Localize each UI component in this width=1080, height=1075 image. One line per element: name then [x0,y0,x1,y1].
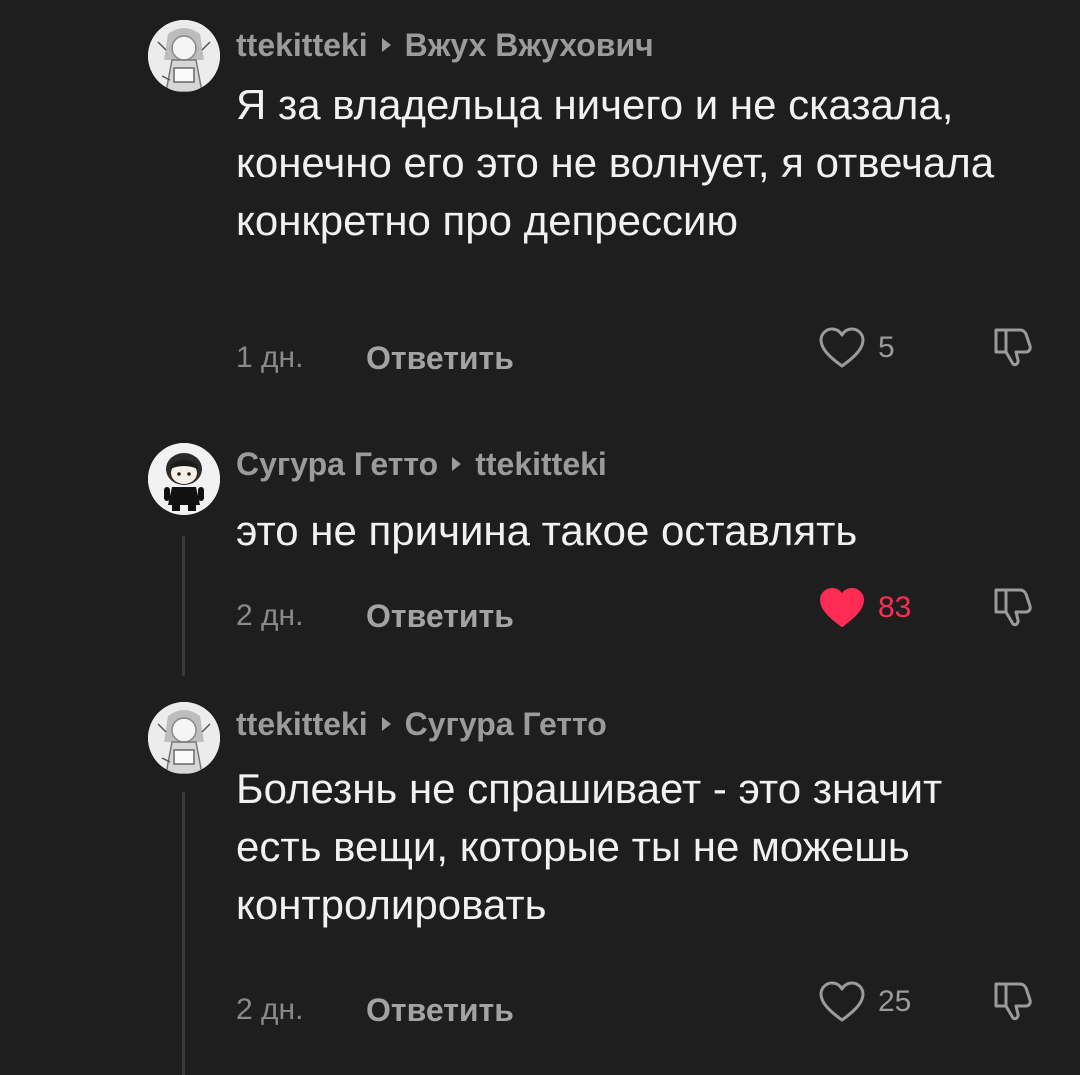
reply-button[interactable]: Ответить [366,340,514,377]
comment-meta: 2 дн. Ответить [236,596,514,636]
thread-line [182,792,185,1075]
like-count: 5 [878,331,895,364]
like-count: 25 [878,985,912,1018]
comment-time: 2 дн. [236,599,304,632]
reply-to-name[interactable]: Вжух Вжухович [405,27,654,64]
like-button[interactable]: 83 [818,586,911,630]
reply-to-name[interactable]: ttekitteki [475,446,607,483]
reply-button[interactable]: Ответить [366,598,514,635]
comment-time: 1 дн. [236,341,304,374]
reply-button[interactable]: Ответить [366,992,514,1029]
author-name[interactable]: ttekitteki [236,27,368,64]
like-button[interactable]: 25 [818,980,911,1024]
comment-text: Болезнь не спрашивает - это значит есть … [236,765,943,928]
avatar[interactable] [148,702,220,774]
author-name[interactable]: Сугура Гетто [236,446,438,483]
reply-arrow-icon [452,457,462,471]
manga-girl-avatar-icon [148,702,220,774]
dislike-icon[interactable] [990,582,1038,630]
reply-arrow-icon [381,717,391,731]
dislike-icon[interactable] [990,322,1038,370]
comment-header: ttekitteki Вжух Вжухович [236,25,654,65]
comment-meta: 1 дн. Ответить [236,338,514,378]
comment-text: это не причина такое оставлять [236,507,858,554]
reply-arrow-icon [381,38,391,52]
chibi-character-avatar-icon [148,443,220,515]
like-count: 83 [878,591,912,624]
comment-header: ttekitteki Сугура Гетто [236,704,607,744]
comment-meta: 2 дн. Ответить [236,990,514,1030]
heart-outline-icon [819,327,865,368]
avatar[interactable] [148,443,220,515]
avatar[interactable] [148,20,220,92]
comment-text: Я за владельца ничего и не сказала, коне… [236,81,995,244]
heart-filled-icon [820,588,864,627]
reply-to-name[interactable]: Сугура Гетто [405,706,607,743]
comment-header: Сугура Гетто ttekitteki [236,444,607,484]
author-name[interactable]: ttekitteki [236,706,368,743]
dislike-icon[interactable] [990,976,1038,1024]
comment-time: 2 дн. [236,993,304,1026]
manga-girl-avatar-icon [148,20,220,92]
heart-outline-icon [819,981,865,1022]
like-button[interactable]: 5 [818,326,895,370]
thread-line [182,536,185,676]
